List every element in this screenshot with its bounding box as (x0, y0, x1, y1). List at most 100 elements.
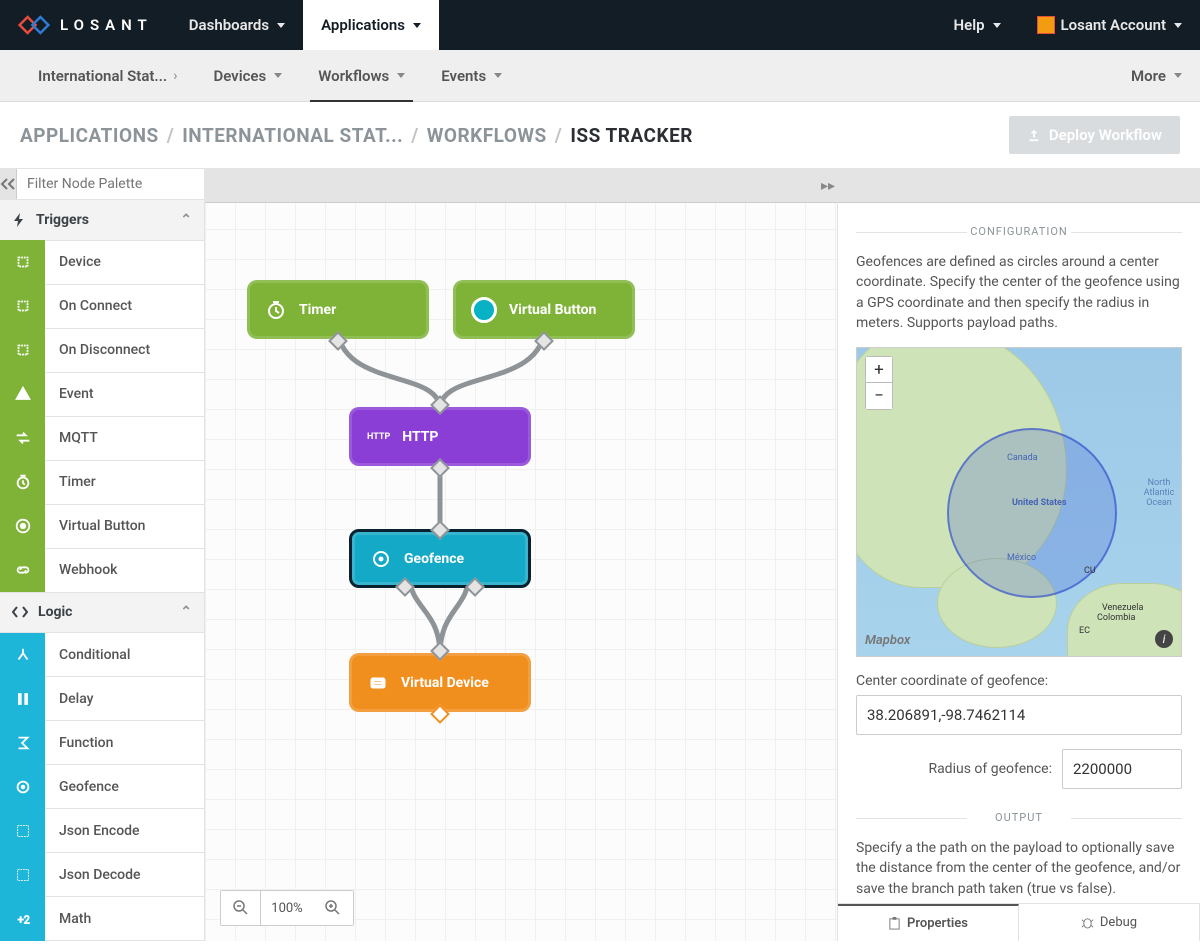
crumb-workflows[interactable]: WORKFLOWS (427, 124, 547, 147)
code-icon (12, 605, 28, 619)
subnav-more[interactable]: More (1113, 50, 1200, 102)
timer-icon (265, 299, 287, 321)
palette-node-geofence[interactable]: Geofence (0, 765, 204, 809)
subnav-events[interactable]: Events (423, 50, 520, 102)
palette-node-delay[interactable]: Delay (0, 677, 204, 721)
zoom-in-button[interactable] (313, 891, 353, 925)
map-zoom-controls: + − (865, 356, 893, 410)
palette-node-event[interactable]: Event (0, 373, 204, 417)
link-icon (0, 548, 45, 592)
chip-icon (0, 328, 45, 372)
node-virtual-button[interactable]: Virtual Button (453, 280, 635, 339)
center-coordinate-input[interactable] (856, 695, 1182, 735)
palette-node-conditional[interactable]: Conditional (0, 633, 204, 677)
logo-icon (18, 13, 50, 37)
json-icon (0, 853, 45, 897)
plus-icon: +2 (0, 897, 45, 941)
nav-applications[interactable]: Applications (303, 0, 439, 50)
geofence-map[interactable]: Canada United States México CU Venezuela… (856, 347, 1182, 657)
tab-properties[interactable]: Properties (838, 904, 1019, 941)
map-zoom-in-button[interactable]: + (866, 357, 892, 383)
section-logic[interactable]: Logic ⌃ (0, 593, 204, 633)
crumb-applications[interactable]: APPLICATIONS (20, 124, 159, 147)
tab-debug[interactable]: Debug (1019, 904, 1200, 941)
palette-node-json-decode[interactable]: Json Decode (0, 853, 204, 897)
palette-node-timer[interactable]: Timer (0, 461, 204, 505)
palette-node-virtual-button[interactable]: Virtual Button (0, 505, 204, 549)
zoom-controls: 100% (220, 890, 354, 926)
node-http[interactable]: HTTP HTTP (349, 407, 531, 466)
target-icon (0, 504, 45, 548)
output-heading: OUTPUT (856, 811, 1182, 824)
configuration-heading: CONFIGURATION (856, 225, 1182, 238)
node-geofence[interactable]: Geofence (349, 529, 531, 588)
upload-icon (1027, 128, 1041, 142)
sub-nav: International Stat...› Devices Workflows… (0, 50, 1200, 102)
panel-tabs: Properties Debug (838, 903, 1200, 941)
bug-icon (1081, 916, 1094, 929)
breadcrumb-row: APPLICATIONS / INTERNATIONAL STAT... / W… (0, 102, 1200, 169)
palette-node-json-encode[interactable]: Json Encode (0, 809, 204, 853)
expand-right-icon[interactable]: ▸▸ (821, 169, 835, 203)
nav-help[interactable]: Help (936, 0, 1019, 50)
palette-node-function[interactable]: Function (0, 721, 204, 765)
swap-icon (0, 416, 45, 460)
caret-down-icon (277, 23, 285, 28)
section-triggers[interactable]: Triggers ⌃ (0, 200, 204, 240)
warning-icon (0, 372, 45, 416)
crumb-app[interactable]: INTERNATIONAL STAT... (182, 124, 403, 147)
config-panel: CONFIGURATION Geofences are defined as c… (837, 169, 1200, 941)
logo[interactable]: LOSANT (0, 13, 171, 37)
palette-node-webhook[interactable]: Webhook (0, 549, 204, 593)
chip-icon (0, 240, 45, 284)
breadcrumb: APPLICATIONS / INTERNATIONAL STAT... / W… (20, 124, 693, 147)
center-coordinate-label: Center coordinate of geofence: (856, 673, 1182, 689)
configuration-description: Geofences are defined as circles around … (856, 252, 1182, 333)
node-virtual-device[interactable]: Virtual Device (349, 653, 531, 712)
chevron-up-icon: ⌃ (180, 604, 192, 620)
expand-panel-button[interactable] (838, 169, 1200, 203)
subnav-workflows[interactable]: Workflows (300, 50, 423, 102)
caret-down-icon (413, 23, 421, 28)
map-attribution: Mapbox (865, 633, 910, 648)
json-icon (0, 809, 45, 853)
double-chevron-left-icon (0, 177, 16, 191)
subnav-app[interactable]: International Stat...› (20, 50, 195, 102)
palette-node-on-disconnect[interactable]: On Disconnect (0, 329, 204, 373)
radius-input[interactable] (1062, 749, 1182, 789)
nav-account[interactable]: Losant Account (1019, 0, 1200, 50)
map-zoom-out-button[interactable]: − (866, 383, 892, 409)
filter-node-input[interactable] (17, 169, 205, 199)
palette-node-math[interactable]: +2Math (0, 897, 204, 941)
node-palette: Triggers ⌃ Device On Connect On Disconne… (0, 169, 205, 941)
caret-down-icon (1174, 73, 1182, 78)
zoom-out-button[interactable] (221, 891, 261, 925)
chevron-up-icon: ⌃ (180, 212, 192, 228)
sigma-icon (0, 721, 45, 765)
avatar-icon (1037, 16, 1055, 34)
caret-down-icon (993, 23, 1001, 28)
nav-dashboards[interactable]: Dashboards (171, 0, 303, 50)
caret-down-icon (397, 73, 405, 78)
svg-text:+2: +2 (17, 913, 29, 926)
palette-node-mqtt[interactable]: MQTT (0, 417, 204, 461)
timer-icon (0, 460, 45, 504)
device-icon (367, 672, 389, 694)
caret-down-icon (1174, 23, 1182, 28)
subnav-devices[interactable]: Devices (195, 50, 300, 102)
chevron-right-icon: › (173, 68, 177, 84)
collapse-palette-button[interactable] (0, 169, 17, 199)
clipboard-icon (888, 917, 901, 930)
branch-icon (0, 633, 45, 677)
deploy-workflow-button[interactable]: Deploy Workflow (1009, 116, 1180, 154)
zoom-value: 100% (261, 891, 313, 925)
node-timer[interactable]: Timer (247, 280, 429, 339)
palette-node-device[interactable]: Device (0, 241, 204, 285)
workflow-canvas[interactable]: ▸▸ Timer Virtual Button HTTP HTTP Geofe (205, 169, 837, 941)
top-nav: LOSANT Dashboards Applications Help Losa… (0, 0, 1200, 50)
http-badge-icon: HTTP (367, 432, 390, 442)
palette-node-on-connect[interactable]: On Connect (0, 285, 204, 329)
caret-down-icon (274, 73, 282, 78)
radius-label: Radius of geofence: (928, 761, 1052, 777)
output-description: Specify a the path on the payload to opt… (856, 838, 1182, 899)
